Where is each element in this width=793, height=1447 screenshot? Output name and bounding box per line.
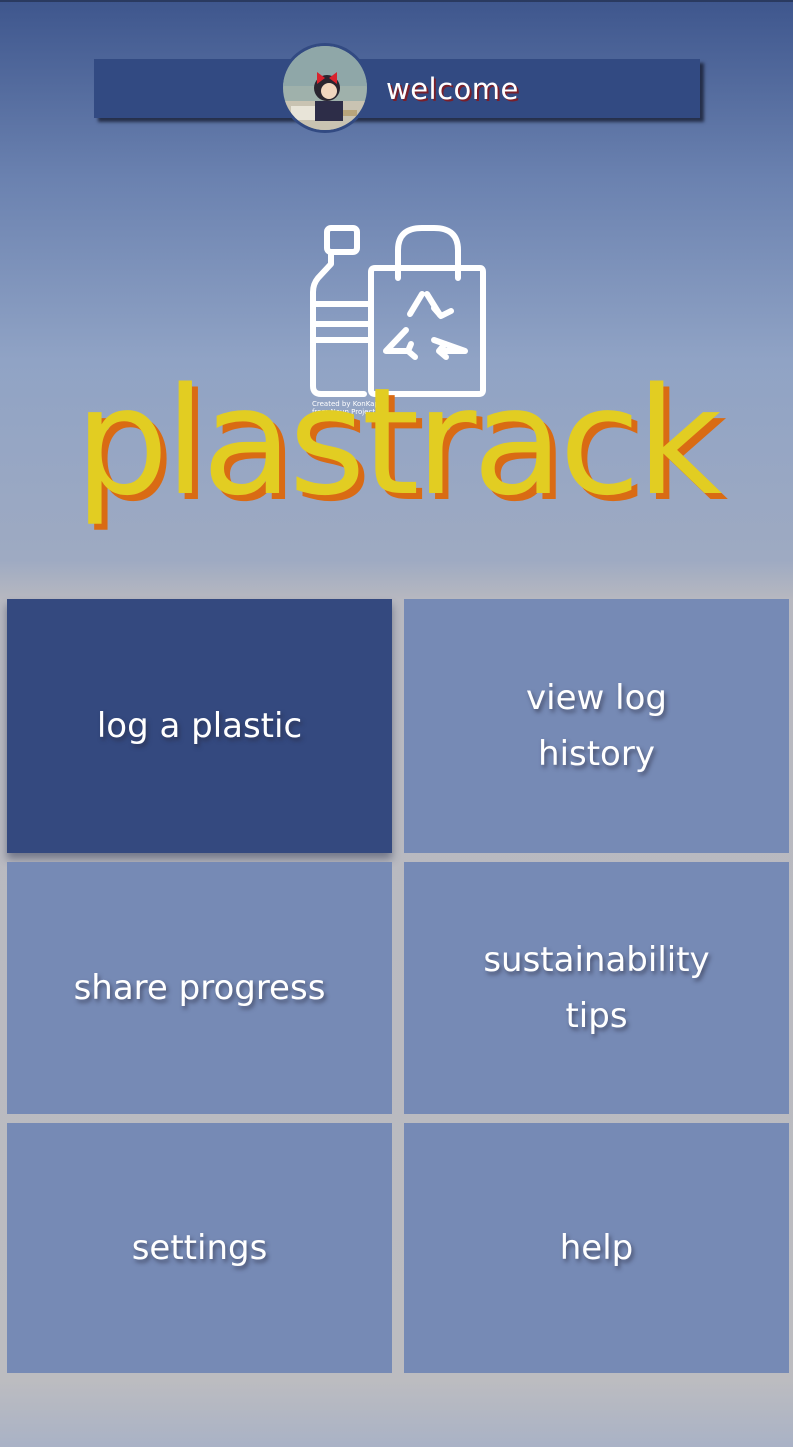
log-plastic-label: log a plastic (96, 706, 303, 746)
log-plastic-button[interactable]: log a plastic (7, 599, 392, 853)
help-label: help (559, 1228, 634, 1268)
share-progress-button[interactable]: share progress (7, 862, 392, 1114)
welcome-text: welcome (386, 72, 519, 106)
sustainability-tips-label: sustainability tips (483, 940, 710, 1036)
help-button[interactable]: help (404, 1123, 789, 1373)
view-log-history-label: view log history (526, 678, 667, 774)
sustainability-tips-button[interactable]: sustainability tips (404, 862, 789, 1114)
settings-button[interactable]: settings (7, 1123, 392, 1373)
view-log-history-button[interactable]: view log history (404, 599, 789, 853)
top-border (0, 0, 793, 2)
avatar-image (283, 46, 367, 130)
app-title: plastrack (74, 356, 723, 528)
settings-label: settings (131, 1228, 268, 1268)
share-progress-label: share progress (73, 968, 326, 1008)
avatar[interactable] (283, 46, 367, 130)
